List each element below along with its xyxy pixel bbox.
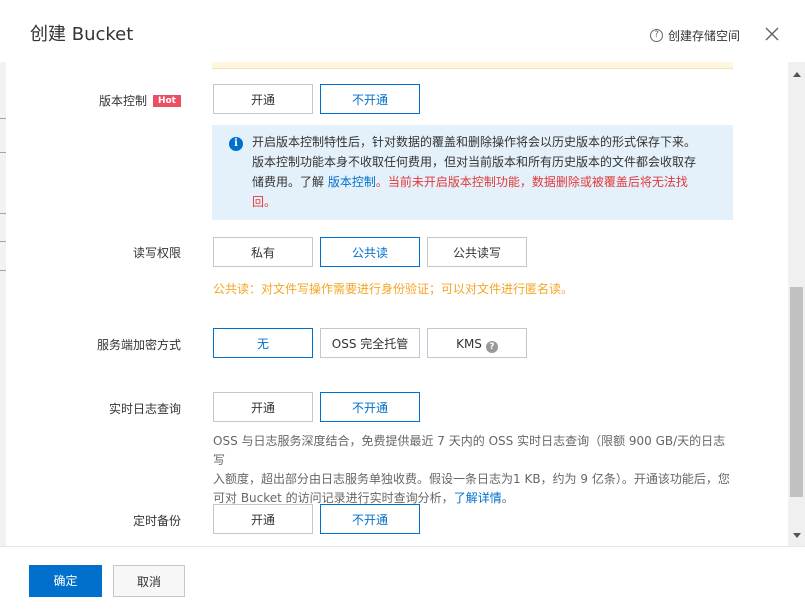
dialog-body: 版本控制 Hot 开通 不开通 i 开启版本控制特性后，针对数据的覆盖和删除操作将… [6,62,788,546]
previous-notice-bottom [212,62,733,69]
realtime-log-desc-text-3: 可对 Bucket 的访问记录进行实时查询分析， [213,491,454,505]
versioning-warning-2: 回。 [252,195,277,209]
scheduled-backup-label: 定时备份 [132,514,181,528]
realtime-log-desc-line-2: 入额度，超出部分由日志服务单独收费。假设一条日志为1 KB，约为 9 亿条）。开… [213,472,730,486]
realtime-log-learn-more-link[interactable]: 了解详情 [454,491,502,505]
versioning-info-line-3: 储费用。了解 版本控制。当前未开启版本控制功能，数据删除或被覆盖后将无法找 [252,172,719,192]
versioning-doc-link[interactable]: 版本控制 [328,175,376,189]
dialog-header: 创建 Bucket ? 创建存储空间 [0,0,805,62]
versioning-info-text-3: 储费用。了解 [252,175,328,189]
dialog-footer: 确定 取消 [0,546,805,612]
scrollbar-thumb[interactable] [790,287,803,497]
scheduled-backup-option-disable[interactable]: 不开通 [320,504,420,534]
versioning-info-box: i 开启版本控制特性后，针对数据的覆盖和删除操作将会以历史版本的形式保存下来。 … [212,125,733,220]
versioning-label-row: 版本控制 Hot [6,92,181,109]
cancel-button[interactable]: 取消 [113,565,185,597]
confirm-button[interactable]: 确定 [29,565,102,597]
scheduled-backup-option-enable[interactable]: 开通 [213,504,313,534]
versioning-option-disable[interactable]: 不开通 [320,84,420,114]
encryption-option-none[interactable]: 无 [213,328,313,358]
encryption-option-oss-managed[interactable]: OSS 完全托管 [320,328,420,358]
acl-label: 读写权限 [132,246,181,260]
acl-warning: 公共读：对文件写操作需要进行身份验证；可以对文件进行匿名读。 [213,282,574,296]
help-link-label: 创建存储空间 [668,29,741,43]
scroll-up-arrow-icon[interactable] [793,72,801,77]
question-circle-icon[interactable]: ? [485,341,498,353]
encryption-label: 服务端加密方式 [96,338,181,352]
vertical-scrollbar[interactable] [788,62,805,546]
versioning-warning-1: 。当前未开启版本控制功能，数据删除或被覆盖后将无法找 [375,175,688,189]
realtime-log-option-enable[interactable]: 开通 [213,392,313,422]
encryption-option-kms-label: KMS [456,337,482,351]
realtime-log-desc-line-1: OSS 与日志服务深度结合，免费提供最近 7 天内的 OSS 实时日志查询（限额… [213,434,726,467]
realtime-log-label: 实时日志查询 [108,402,181,416]
acl-option-public-read-write[interactable]: 公共读写 [427,237,527,267]
help-link[interactable]: ? 创建存储空间 [650,27,740,44]
versioning-option-enable[interactable]: 开通 [213,84,313,114]
realtime-log-desc-end: 。 [501,491,514,505]
versioning-info-line-2: 版本控制功能本身不收取任何费用，但对当前版本和所有历史版本的文件都会收取存 [252,155,697,169]
info-icon: i [229,137,243,151]
realtime-log-option-disable[interactable]: 不开通 [320,392,420,422]
acl-option-public-read[interactable]: 公共读 [320,237,420,267]
versioning-label: 版本控制 [98,94,147,108]
question-circle-icon: ? [650,29,663,42]
dialog-title: 创建 Bucket [30,24,134,45]
hot-badge: Hot [152,95,181,107]
acl-option-private[interactable]: 私有 [213,237,313,267]
versioning-info-line-1: 开启版本控制特性后，针对数据的覆盖和删除操作将会以历史版本的形式保存下来。 [252,135,697,149]
encryption-option-kms[interactable]: KMS? [427,328,527,358]
realtime-log-description: OSS 与日志服务深度结合，免费提供最近 7 天内的 OSS 实时日志查询（限额… [213,432,735,508]
scroll-down-arrow-icon[interactable] [793,533,801,538]
close-icon[interactable] [762,24,782,44]
